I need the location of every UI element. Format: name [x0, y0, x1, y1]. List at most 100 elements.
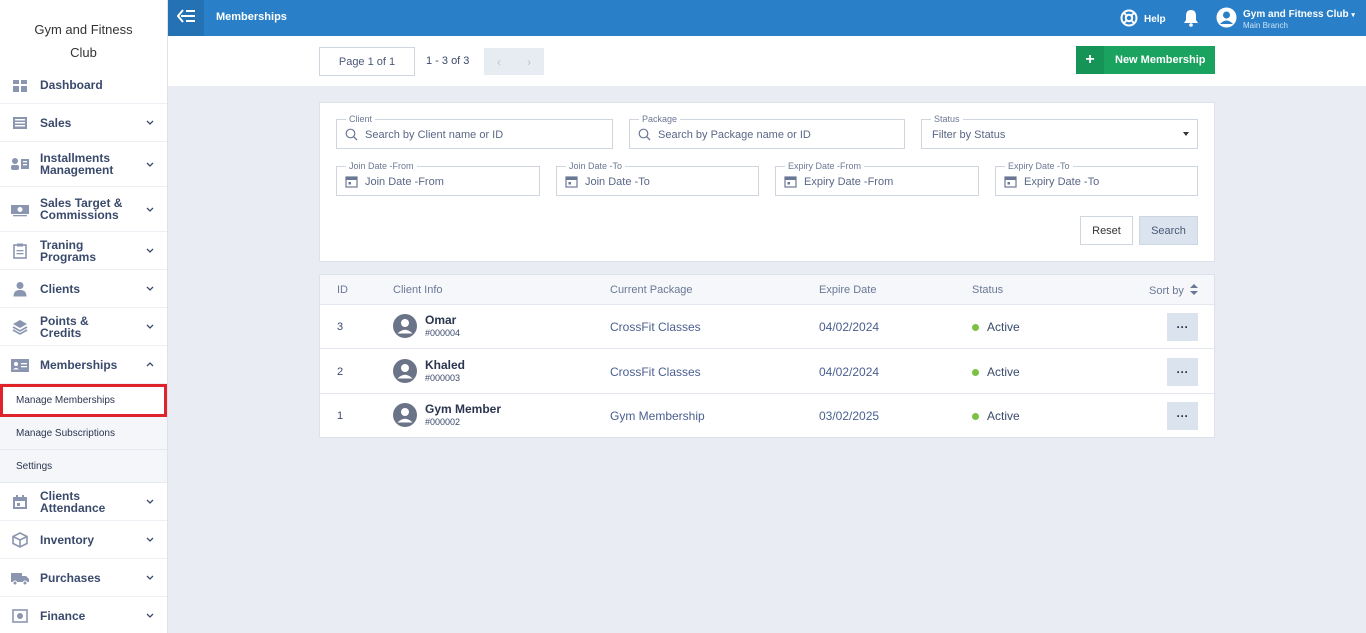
column-header-client-info: Client Info	[393, 284, 443, 296]
column-header-status: Status	[972, 284, 1004, 296]
status-dot	[972, 368, 979, 376]
avatar-icon	[393, 359, 417, 383]
user-menu[interactable]: Gym and Fitness Club ▾ Main Branch	[1216, 7, 1355, 33]
sort-icon	[1189, 284, 1198, 298]
calendar-icon	[565, 175, 578, 188]
sort-by-button[interactable]: Sort by	[1149, 284, 1198, 298]
table-row[interactable]: 3 Omar #000004 CrossFit Classes 04/02/20…	[320, 305, 1214, 349]
status-text: Active	[987, 365, 1020, 379]
sidebar-subitem-manage-subscriptions[interactable]: Manage Subscriptions	[0, 417, 167, 450]
sidebar-subitem-settings[interactable]: Settings	[0, 450, 167, 483]
sidebar-item-label: Purchases	[40, 570, 101, 585]
expiry-date-from-field[interactable]: Expiry Date -From Expiry Date -From	[775, 160, 979, 196]
status-field-label: Status	[931, 113, 963, 125]
sidebar-item-label: Dashboard	[40, 77, 103, 92]
search-icon	[638, 128, 651, 141]
sidebar-item-sales[interactable]: Sales	[0, 104, 167, 142]
sidebar-item-points-credits[interactable]: Points & Credits	[0, 308, 167, 346]
client-field-label: Client	[346, 113, 376, 125]
memberships-table: ID Client Info Current Package Expire Da…	[319, 274, 1215, 438]
sidebar-item-label: Sales	[40, 115, 72, 130]
expiry-date-to-field[interactable]: Expiry Date -To Expiry Date -To	[995, 160, 1198, 196]
collapse-menu-button[interactable]	[168, 0, 204, 36]
search-icon	[345, 128, 358, 141]
client-search-placeholder: Search by Client name or ID	[365, 129, 504, 141]
column-header-expire-date: Expire Date	[819, 284, 877, 296]
calendar-icon	[1004, 175, 1017, 188]
chevron-down-icon	[145, 246, 155, 256]
caret-down-icon	[1183, 132, 1189, 136]
sidebar-item-installments[interactable]: Installments Management	[0, 142, 167, 187]
table-row[interactable]: 2 Khaled #000003 CrossFit Classes 04/02/…	[320, 350, 1214, 394]
sidebar-item-inventory[interactable]: Inventory	[0, 521, 167, 559]
table-header: ID Client Info Current Package Expire Da…	[320, 275, 1214, 305]
sidebar-item-memberships[interactable]: Memberships	[0, 346, 167, 384]
chevron-down-icon	[145, 573, 155, 583]
row-actions-button[interactable]: ···	[1167, 358, 1198, 386]
reset-button[interactable]: Reset	[1080, 216, 1133, 245]
column-header-current-package: Current Package	[610, 284, 693, 296]
sidebar-item-finance[interactable]: Finance	[0, 597, 167, 633]
client-name[interactable]: Gym Member	[425, 402, 501, 416]
row-actions-button[interactable]: ···	[1167, 402, 1198, 430]
chevron-down-icon	[145, 535, 155, 545]
user-branch: Main Branch	[1243, 21, 1288, 30]
sidebar-item-sales-target[interactable]: Sales Target & Commissions	[0, 187, 167, 232]
collapse-menu-icon	[176, 8, 195, 28]
expiry-date-to-label: Expiry Date -To	[1005, 160, 1073, 172]
client-name[interactable]: Omar	[425, 313, 456, 327]
status-badge: Active	[972, 320, 1020, 334]
bell-icon	[1183, 10, 1199, 31]
pager-nav: ‹ ›	[484, 48, 544, 75]
top-bar: Memberships Help Gym and Fitness Club ▾ …	[168, 0, 1366, 36]
status-text: Active	[987, 320, 1020, 334]
brand-name-line1: Gym and Fitness	[34, 22, 133, 37]
join-date-to-field[interactable]: Join Date -To Join Date -To	[556, 160, 759, 196]
search-button[interactable]: Search	[1139, 216, 1198, 245]
expiry-date-from-placeholder: Expiry Date -From	[804, 176, 894, 188]
package-field-label: Package	[639, 113, 681, 125]
brand-name-line2: Club	[70, 45, 97, 60]
user-name-text: Gym and Fitness Club	[1243, 9, 1349, 20]
prev-page-button[interactable]: ‹	[484, 48, 514, 75]
truck-icon	[10, 568, 30, 588]
sidebar-item-clients[interactable]: Clients	[0, 270, 167, 308]
table-row[interactable]: 1 Gym Member #000002 Gym Membership 03/0…	[320, 394, 1214, 438]
status-select[interactable]: Status Filter by Status	[921, 113, 1198, 149]
package-search-field[interactable]: Package Search by Package name or ID	[629, 113, 905, 149]
sidebar-item-label: Installments Management	[40, 151, 114, 177]
expire-date: 03/02/2025	[819, 409, 880, 423]
sidebar-item-label: Traning Programs	[40, 237, 97, 264]
brand-logo: Gym and Fitness Club	[0, 0, 167, 80]
next-page-button[interactable]: ›	[514, 48, 544, 75]
help-button[interactable]: Help	[1120, 9, 1166, 30]
new-membership-button[interactable]: + New Membership	[1076, 46, 1215, 74]
join-date-to-placeholder: Join Date -To	[585, 176, 650, 188]
sidebar-item-training-programs[interactable]: Traning Programs	[0, 232, 167, 270]
status-badge: Active	[972, 409, 1020, 423]
current-package[interactable]: CrossFit Classes	[610, 320, 701, 334]
page-indicator[interactable]: Page 1 of 1	[319, 47, 415, 76]
client-number: #000002	[425, 417, 461, 427]
chevron-up-icon	[145, 360, 155, 370]
layers-icon	[10, 317, 30, 337]
user-icon	[10, 279, 30, 299]
client-name[interactable]: Khaled	[425, 358, 465, 372]
chevron-down-icon	[145, 159, 155, 169]
current-package[interactable]: CrossFit Classes	[610, 365, 701, 379]
notifications-button[interactable]	[1183, 9, 1199, 32]
join-date-from-field[interactable]: Join Date -From Join Date -From	[336, 160, 540, 196]
status-dot	[972, 412, 979, 420]
row-actions-button[interactable]: ···	[1167, 313, 1198, 341]
sidebar-item-clients-attendance[interactable]: Clients Attendance	[0, 483, 167, 521]
client-search-field[interactable]: Client Search by Client name or ID	[336, 113, 613, 149]
current-package[interactable]: Gym Membership	[610, 409, 705, 423]
sidebar-item-label: Clients Attendance	[40, 488, 106, 515]
sales-icon	[10, 113, 30, 133]
id-card-icon	[10, 355, 30, 375]
sidebar-nav: Dashboard Sales Installments Management …	[0, 66, 167, 633]
page-toolbar: Page 1 of 1 1 - 3 of 3 ‹ › + New Members…	[168, 36, 1366, 86]
sidebar-subitem-manage-memberships[interactable]: Manage Memberships	[0, 384, 167, 417]
row-id: 1	[337, 410, 344, 422]
sidebar-item-purchases[interactable]: Purchases	[0, 559, 167, 597]
